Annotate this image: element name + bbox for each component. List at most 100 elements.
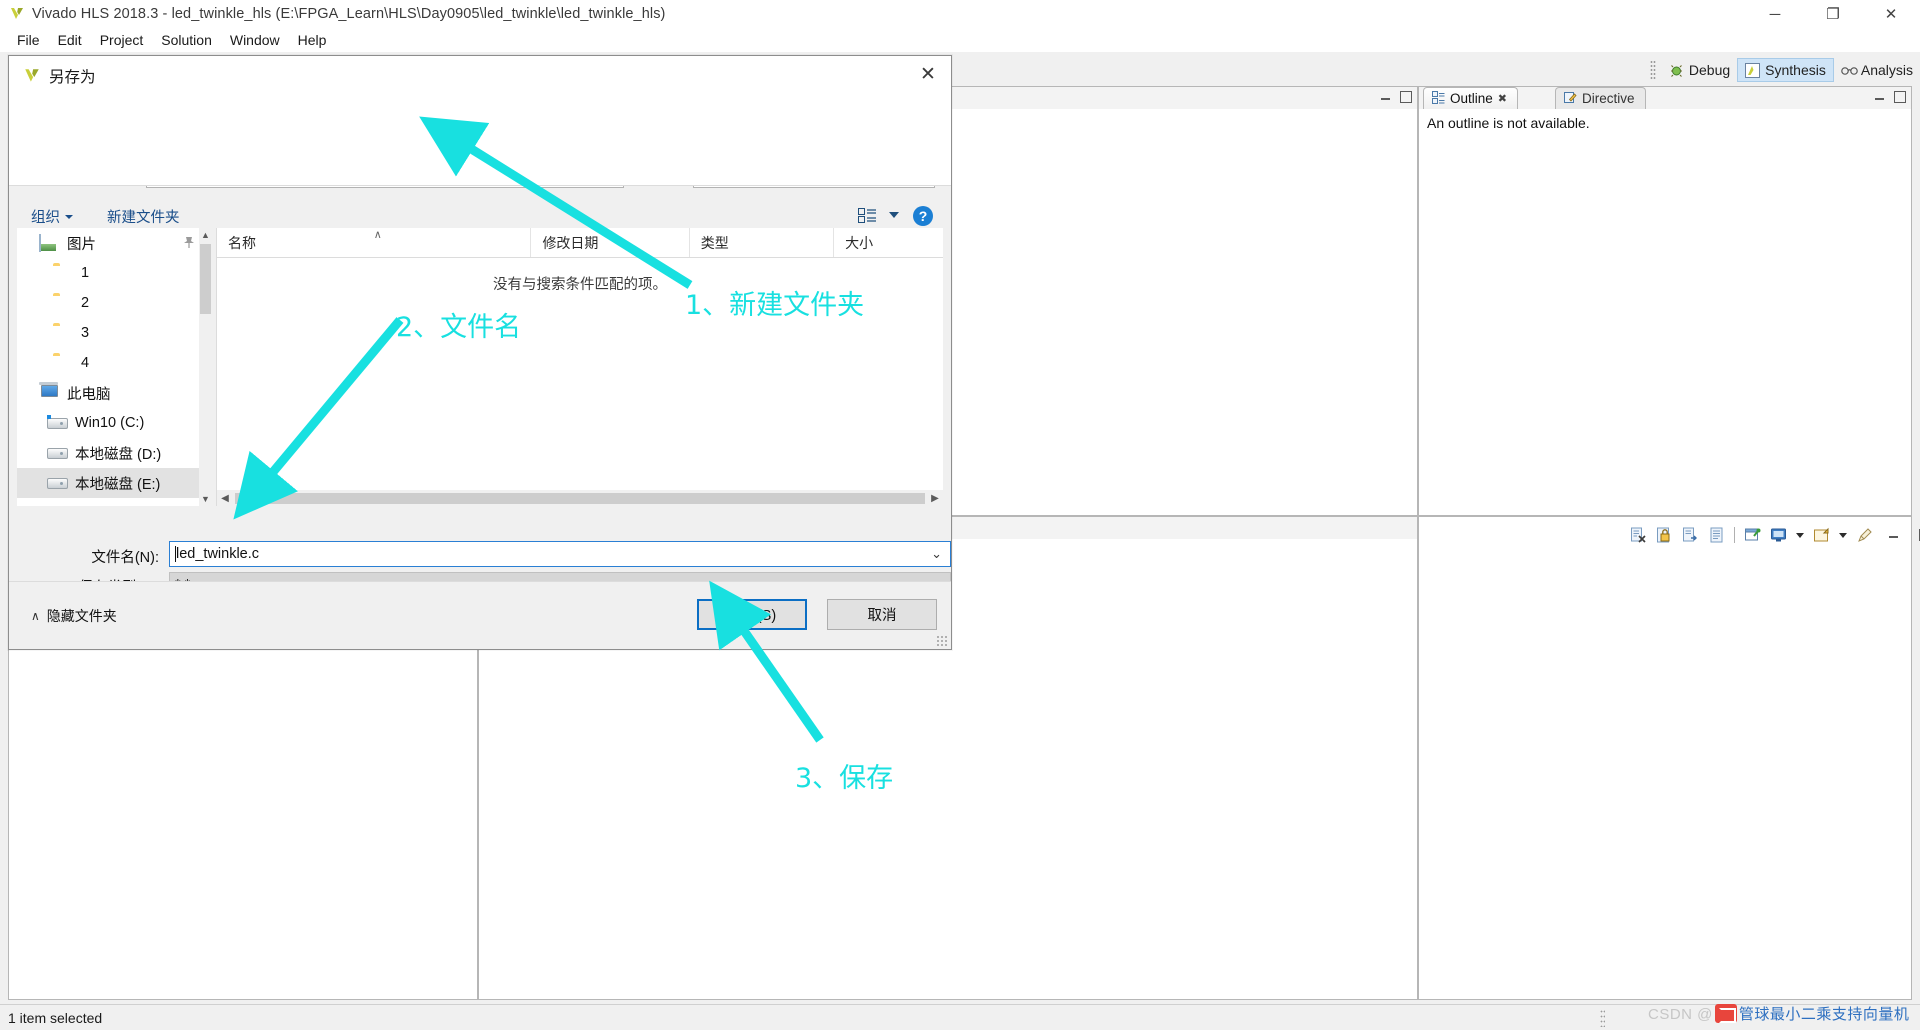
- file-list-hscroll-thumb[interactable]: [235, 492, 925, 504]
- chevron-down-icon: [65, 215, 73, 219]
- windows-drive-icon: [47, 414, 67, 432]
- tree-scroll-thumb[interactable]: [200, 244, 211, 314]
- tree-item-label: 4: [81, 355, 90, 371]
- outline-icon: [1432, 90, 1445, 107]
- tree-vscrollbar[interactable]: ▲ ▼: [199, 228, 212, 506]
- perspective-debug-label: Debug: [1688, 62, 1731, 78]
- lock-console-icon[interactable]: [1656, 527, 1673, 544]
- folder-icon: [53, 294, 73, 312]
- dialog-close-button[interactable]: ✕: [905, 56, 951, 92]
- menu-file[interactable]: File: [8, 30, 49, 50]
- minimize-console-icon[interactable]: [1888, 529, 1900, 541]
- remove-console-icon[interactable]: [1630, 527, 1647, 544]
- maximize-button[interactable]: ❐: [1804, 0, 1862, 28]
- file-list-hscrollbar[interactable]: ◀ ▶: [217, 490, 943, 506]
- tree-item-pictures[interactable]: 图片: [17, 228, 207, 258]
- dialog-resize-grip[interactable]: [936, 635, 947, 646]
- tree-item-4[interactable]: 4: [17, 348, 207, 378]
- perspective-debug[interactable]: Debug: [1662, 58, 1737, 82]
- toolbar-drag-handle[interactable]: [1649, 60, 1656, 80]
- ide-titlebar: Vivado HLS 2018.3 - led_twinkle_hls (E:\…: [0, 0, 1920, 28]
- outline-pane: Outline ✖ Directive An outline is not av…: [1418, 86, 1912, 516]
- chevron-up-icon: ∧: [31, 609, 40, 623]
- ide-menubar: File Edit Project Solution Window Help: [0, 28, 1920, 52]
- scroll-lock-icon[interactable]: [1682, 527, 1699, 544]
- tree-item-local-disk-d[interactable]: 本地磁盘 (D:): [17, 438, 207, 468]
- display-selected-console-icon[interactable]: [1770, 527, 1787, 544]
- hide-folders-label: 隐藏文件夹: [46, 608, 117, 624]
- view-mode-dropdown-icon[interactable]: [889, 212, 899, 218]
- minimize-outline-icon[interactable]: [1874, 91, 1886, 103]
- directive-icon: [1564, 91, 1577, 107]
- scroll-left-icon[interactable]: ◀: [217, 490, 233, 506]
- column-header-date-modified[interactable]: 修改日期: [531, 228, 690, 257]
- explorer-pane: [8, 636, 478, 1000]
- tree-item-win10-c[interactable]: Win10 (C:): [17, 408, 207, 438]
- annotation-1-label: 1、新建文件夹: [685, 290, 865, 321]
- tree-item-label: 1: [81, 265, 90, 281]
- csdn-logo-icon: [1714, 1004, 1737, 1023]
- tree-item-3[interactable]: 3: [17, 318, 207, 348]
- folder-icon: [53, 354, 73, 372]
- screen-root: Vivado HLS 2018.3 - led_twinkle_hls (E:\…: [0, 0, 1920, 1030]
- pin-icon[interactable]: [183, 236, 195, 249]
- menu-solution[interactable]: Solution: [152, 30, 221, 50]
- watermark-text: 管球最小二乘支持向量机: [1738, 1006, 1910, 1023]
- new-folder-button[interactable]: 新建文件夹: [107, 206, 180, 227]
- dialog-titlebar: 另存为 ✕: [9, 56, 951, 96]
- hide-folders-toggle[interactable]: ∧ 隐藏文件夹: [31, 606, 117, 626]
- column-header-size[interactable]: 大小: [834, 228, 943, 257]
- column-header-type[interactable]: 类型: [690, 228, 835, 257]
- dialog-navbar: [9, 96, 951, 148]
- pin-console-icon[interactable]: [1744, 527, 1761, 544]
- tree-item-this-pc[interactable]: 此电脑: [17, 378, 207, 408]
- dialog-footer: ∧ 隐藏文件夹 保存(S) 取消: [9, 581, 951, 649]
- open-console-icon[interactable]: [1813, 527, 1830, 544]
- perspective-analysis[interactable]: Analysis: [1834, 58, 1920, 82]
- file-name-input[interactable]: led_twinkle.c ⌄: [169, 541, 951, 567]
- folder-icon: [53, 324, 73, 342]
- maximize-pane-icon[interactable]: [1400, 91, 1412, 103]
- watermark-prefix: CSDN @: [1648, 1006, 1713, 1023]
- dialog-title: 另存为: [49, 69, 96, 86]
- ide-title-text: Vivado HLS 2018.3 - led_twinkle_hls (E:\…: [32, 5, 666, 22]
- scroll-down-icon[interactable]: ▼: [199, 492, 212, 506]
- menu-help[interactable]: Help: [289, 30, 336, 50]
- tab-directive[interactable]: Directive: [1555, 87, 1646, 109]
- save-button[interactable]: 保存(S): [697, 599, 807, 630]
- tree-item-label: 图片: [67, 236, 96, 253]
- scroll-right-icon[interactable]: ▶: [927, 490, 943, 506]
- file-name-value: led_twinkle.c: [176, 546, 260, 562]
- scroll-up-icon[interactable]: ▲: [199, 228, 212, 242]
- this-pc-icon: [39, 384, 59, 402]
- sort-ascending-icon: ∧: [373, 229, 382, 241]
- organize-menu-button[interactable]: 组织: [31, 206, 73, 227]
- view-mode-icon[interactable]: [858, 208, 877, 223]
- close-icon[interactable]: ✖: [1498, 92, 1507, 105]
- tab-outline[interactable]: Outline ✖: [1423, 87, 1518, 109]
- column-header-name[interactable]: ∧ 名称: [217, 228, 532, 257]
- minimize-button[interactable]: ─: [1746, 0, 1804, 28]
- chevron-down-icon[interactable]: ⌄: [931, 546, 942, 562]
- file-list: ∧ 名称 修改日期 类型 大小 没有与搜索条件匹配的项。 ◀ ▶: [216, 228, 943, 506]
- cancel-button[interactable]: 取消: [827, 599, 937, 630]
- perspective-synthesis[interactable]: Synthesis: [1737, 58, 1834, 82]
- clear-console-icon[interactable]: [1856, 527, 1873, 544]
- perspective-analysis-label: Analysis: [1860, 62, 1913, 78]
- menu-window[interactable]: Window: [221, 30, 289, 50]
- tree-item-2[interactable]: 2: [17, 288, 207, 318]
- tree-item-label: Win10 (C:): [75, 415, 145, 431]
- display-selected-dropdown-icon[interactable]: [1796, 532, 1804, 538]
- tree-item-local-disk-e[interactable]: 本地磁盘 (E:): [17, 468, 207, 498]
- close-button[interactable]: ✕: [1862, 0, 1920, 28]
- menu-project[interactable]: Project: [91, 30, 153, 50]
- tree-item-1[interactable]: 1: [17, 258, 207, 288]
- help-icon[interactable]: ?: [913, 206, 933, 226]
- maximize-outline-icon[interactable]: [1894, 91, 1906, 103]
- save-as-dialog: 另存为 ✕ ← → ⌄ ↑ « led_twinkle › led_twinkl…: [8, 55, 952, 650]
- menu-edit[interactable]: Edit: [49, 30, 91, 50]
- tab-outline-label: Outline: [1450, 91, 1493, 106]
- new-console-icon[interactable]: [1708, 527, 1725, 544]
- minimize-pane-icon[interactable]: [1380, 91, 1392, 103]
- open-console-dropdown-icon[interactable]: [1839, 532, 1847, 538]
